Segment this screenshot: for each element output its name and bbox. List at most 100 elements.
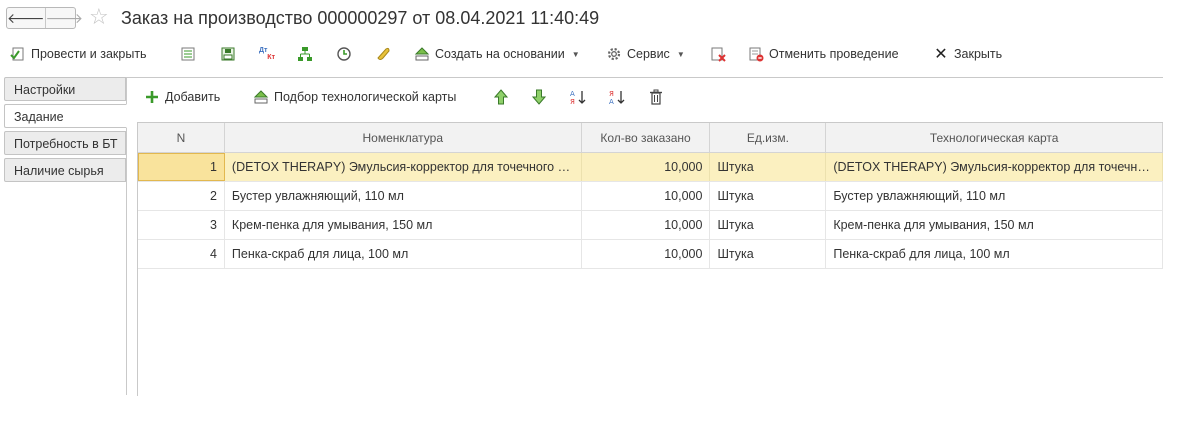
history-button[interactable] [336, 44, 352, 64]
arrow-left-icon: 🡐 [7, 9, 45, 26]
svg-text:A: A [570, 90, 575, 98]
dt-kt-icon: Дт Кт [259, 47, 275, 61]
document-delete-icon [710, 46, 726, 62]
column-header-unit[interactable]: Ед.изм. [710, 123, 827, 152]
service-label: Сервис [627, 47, 670, 61]
paperclip-icon [375, 46, 391, 62]
column-header-n[interactable]: N [138, 123, 225, 152]
task-panel: Добавить Подбор технологической карты AЯ [127, 77, 1163, 396]
save-icon [220, 46, 236, 62]
service-menu-button[interactable]: Сервис ▼ [606, 44, 685, 64]
cell-qty[interactable]: 10,000 [582, 240, 711, 268]
add-label: Добавить [165, 90, 221, 104]
close-button[interactable]: ✕ Закрыть [933, 44, 1002, 64]
svg-text:Я: Я [570, 98, 575, 105]
sort-descending-button[interactable]: ЯA [609, 89, 625, 105]
arrow-up-icon [493, 89, 509, 105]
cell-nomenclature[interactable]: Бустер увлажняющий, 110 мл [225, 182, 582, 210]
sort-ascending-button[interactable]: AЯ [570, 89, 586, 105]
clock-icon [336, 46, 352, 62]
chevron-down-icon: ▼ [571, 49, 580, 59]
move-up-button[interactable] [493, 89, 509, 105]
cancel-posting-button[interactable]: Отменить проведение [748, 44, 899, 64]
column-header-nomenclature[interactable]: Номенклатура [225, 123, 582, 152]
cell-nomenclature[interactable]: Крем-пенка для умывания, 150 мл [225, 211, 582, 239]
svg-text:Я: Я [609, 90, 614, 98]
add-button[interactable]: Добавить [144, 89, 220, 105]
cell-n[interactable]: 3 [138, 211, 225, 239]
table-row[interactable]: 1 (DETOX THERAPY) Эмульсия-корректор для… [138, 153, 1163, 182]
tab-label: Настройки [14, 83, 76, 97]
tab-task[interactable]: Задание [4, 104, 127, 128]
create-based-on-button[interactable]: Создать на основании ▼ [414, 44, 580, 64]
cell-nomenclature[interactable]: Пенка-скраб для лица, 100 мл [225, 240, 582, 268]
dt-kt-button[interactable]: Дт Кт [259, 44, 275, 64]
title-bar: 🡐 🡒 ☆ Заказ на производство 000000297 от… [0, 0, 1204, 38]
cancel-posting-icon [748, 46, 764, 62]
cancel-posting-label: Отменить проведение [769, 47, 899, 61]
navigation-group: 🡐 🡒 [6, 7, 83, 29]
cell-unit[interactable]: Штука [710, 182, 827, 210]
table-row[interactable]: 3 Крем-пенка для умывания, 150 мл 10,000… [138, 211, 1163, 240]
svg-text:A: A [609, 98, 614, 105]
cell-qty[interactable]: 10,000 [581, 153, 711, 181]
cell-qty[interactable]: 10,000 [582, 182, 711, 210]
tab-raw-availability[interactable]: Наличие сырья [4, 158, 126, 182]
hierarchy-icon [297, 46, 313, 62]
trash-icon [648, 89, 664, 105]
tab-settings[interactable]: Настройки [4, 77, 126, 101]
column-header-qty-ordered[interactable]: Кол-во заказано [582, 123, 711, 152]
tab-bt-demand[interactable]: Потребность в БТ [4, 131, 126, 155]
sort-descending-icon: ЯA [609, 89, 625, 105]
delete-mark-button[interactable] [710, 44, 726, 64]
gear-icon [606, 46, 622, 62]
close-label: Закрыть [954, 47, 1003, 61]
cell-n[interactable]: 4 [138, 240, 225, 268]
favorite-star-icon[interactable]: ☆ [89, 6, 109, 28]
post-and-close-label: Провести и закрыть [31, 47, 147, 61]
pick-icon [253, 89, 269, 105]
cell-n[interactable]: 2 [138, 182, 225, 210]
attachments-button[interactable] [375, 44, 391, 64]
cell-qty[interactable]: 10,000 [582, 211, 711, 239]
cell-unit[interactable]: Штука [710, 240, 827, 268]
arrow-right-icon: 🡒 [45, 9, 84, 26]
post-document-icon [10, 46, 26, 62]
create-based-icon [414, 46, 430, 62]
task-table[interactable]: N Номенклатура Кол-во заказано Ед.изм. Т… [137, 122, 1163, 396]
tab-label: Потребность в БТ [14, 137, 118, 151]
delete-row-button[interactable] [648, 89, 664, 105]
create-based-on-label: Создать на основании [435, 47, 565, 61]
page-title: Заказ на производство 000000297 от 08.04… [121, 8, 600, 28]
post-button[interactable] [180, 44, 196, 64]
column-header-tech-card[interactable]: Технологическая карта [826, 123, 1163, 152]
cell-unit[interactable]: Штука [710, 211, 827, 239]
table-row[interactable]: 2 Бустер увлажняющий, 110 мл 10,000 Штук… [138, 182, 1163, 211]
cell-tech-card[interactable]: Бустер увлажняющий, 110 мл [826, 182, 1163, 210]
pick-tech-card-button[interactable]: Подбор технологической карты [253, 89, 456, 105]
cell-tech-card[interactable]: Крем-пенка для умывания, 150 мл [826, 211, 1163, 239]
post-icon [180, 46, 196, 62]
post-and-close-button[interactable]: Провести и закрыть [10, 44, 147, 64]
table-header: N Номенклатура Кол-во заказано Ед.изм. Т… [138, 123, 1163, 153]
save-button[interactable] [220, 44, 236, 64]
side-tabs: Настройки Задание Потребность в БТ Налич… [4, 77, 127, 395]
table-row[interactable]: 4 Пенка-скраб для лица, 100 мл 10,000 Шт… [138, 240, 1163, 269]
cell-tech-card[interactable]: Пенка-скраб для лица, 100 мл [826, 240, 1163, 268]
command-bar: Провести и закрыть Дт Кт Создать на осно… [0, 40, 1204, 68]
tab-label: Наличие сырья [14, 164, 104, 178]
back-button[interactable]: 🡐 [7, 8, 45, 28]
tab-label: Задание [14, 110, 64, 124]
cell-n[interactable]: 1 [138, 153, 225, 181]
close-icon: ✕ [934, 46, 948, 63]
cell-unit[interactable]: Штука [710, 153, 827, 181]
forward-button[interactable]: 🡒 [44, 8, 84, 28]
cell-nomenclature[interactable]: (DETOX THERAPY) Эмульсия-корректор для т… [224, 153, 582, 181]
structure-button[interactable] [297, 44, 313, 64]
arrow-down-icon [531, 89, 547, 105]
plus-icon [144, 89, 160, 105]
move-down-button[interactable] [531, 89, 547, 105]
chevron-down-icon: ▼ [676, 49, 685, 59]
cell-tech-card[interactable]: (DETOX THERAPY) Эмульсия-корректор для т… [826, 153, 1163, 181]
table-toolbar: Добавить Подбор технологической карты AЯ [127, 87, 1163, 111]
